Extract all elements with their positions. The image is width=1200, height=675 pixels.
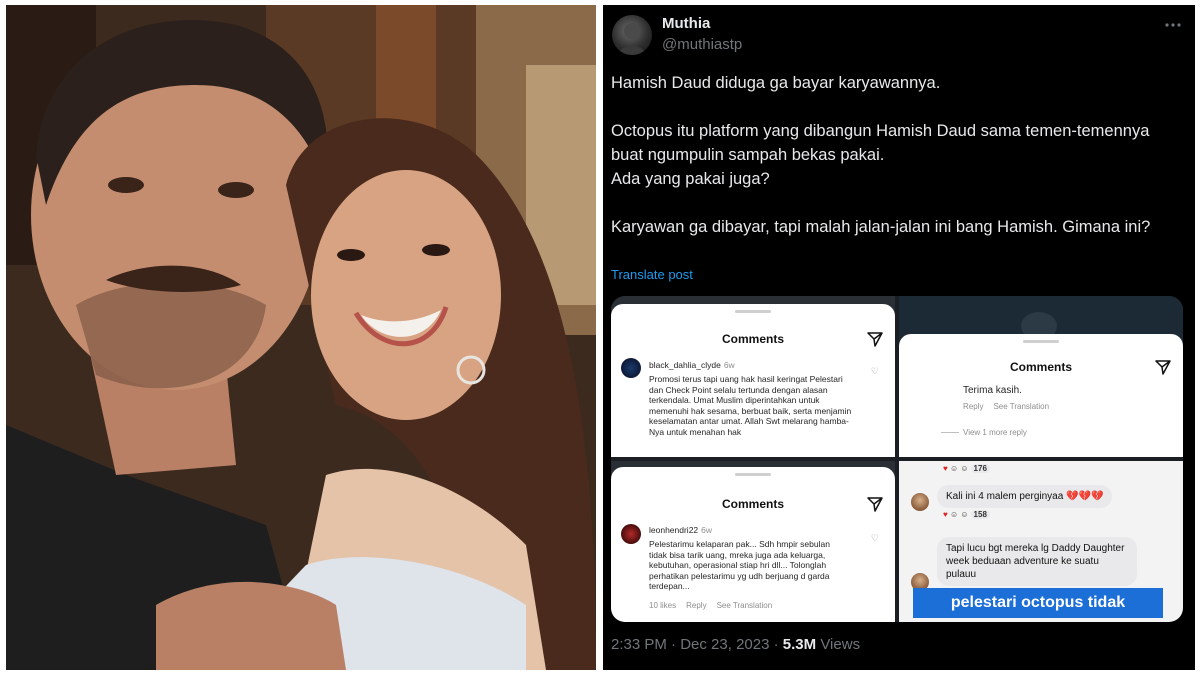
comments-sheet: Comments black_dahlia_clyde 6w ♡ Promosi … — [611, 304, 895, 457]
sender-avatar — [911, 493, 929, 511]
reply-link: Reply — [963, 402, 984, 411]
emoji-react-icon: ☺ ☺ — [949, 510, 969, 519]
media-image-1[interactable]: Comments black_dahlia_clyde 6w ♡ Promosi … — [611, 296, 895, 457]
reply-actions: Reply See Translation — [963, 402, 1059, 411]
video-caption: pelestari octopus tidak — [913, 588, 1163, 618]
reaction-row: ♥ ☺ ☺ 158 — [943, 510, 990, 519]
commenter-username: leonhendri22 6w — [649, 525, 712, 535]
views-label: Views — [820, 636, 861, 653]
tweet-card: Muthia @muthiastp Hamish Daud diduga ga … — [603, 5, 1195, 670]
comments-title: Comments — [1009, 360, 1072, 374]
reaction-count: 158 — [970, 510, 990, 519]
sheet-grab-handle — [735, 473, 771, 476]
media-image-2[interactable]: Comments Terima kasih. Reply See Translat… — [899, 296, 1183, 457]
tweet-media-grid[interactable]: Comments black_dahlia_clyde 6w ♡ Promosi … — [611, 296, 1183, 622]
share-icon — [867, 332, 883, 347]
view-more-replies-text: View 1 more reply — [963, 428, 1027, 437]
comment-text: Promosi terus tapi uang hak hasil kering… — [649, 374, 852, 437]
video-background — [899, 296, 1183, 336]
share-icon — [1155, 360, 1171, 375]
tweet-date[interactable]: Dec 23, 2023 — [680, 636, 769, 653]
meta-separator: · — [671, 636, 677, 653]
commenter-avatar — [621, 358, 641, 378]
media-image-3[interactable]: Comments leonhendri22 6w ♡ Pelestarimu ke… — [611, 461, 895, 622]
commenter-username-text: leonhendri22 — [649, 525, 699, 535]
meta-separator: · — [773, 636, 779, 653]
comment-actions: 10 likes Reply See Translation — [649, 601, 782, 610]
tweet-time[interactable]: 2:33 PM — [611, 636, 667, 653]
reply-text: Terima kasih. — [963, 385, 1022, 396]
comments-title: Comments — [721, 332, 784, 346]
tweet-body: Hamish Daud diduga ga bayar karyawannya.… — [611, 74, 1151, 236]
replies-divider — [941, 432, 959, 434]
heart-react-icon: ♥ — [943, 510, 948, 519]
like-heart-icon: ♡ — [870, 366, 879, 376]
chat-bubble: Kali ini 4 malem perginyaa 💔💔💔 — [937, 485, 1113, 508]
sheet-grab-handle — [1023, 340, 1059, 343]
comments-title: Comments — [721, 497, 784, 511]
comment-time: 6w — [701, 525, 713, 535]
comment-time: 6w — [723, 360, 735, 370]
commenter-username: black_dahlia_clyde 6w — [649, 360, 735, 370]
commenter-username-text: black_dahlia_clyde — [649, 360, 721, 370]
reaction-count: 176 — [970, 464, 990, 473]
emoji-react-icon: ☺ ☺ — [949, 464, 969, 473]
view-more-replies: View 1 more reply — [941, 428, 1037, 437]
author-avatar[interactable] — [612, 15, 652, 55]
like-count: 10 likes — [649, 601, 677, 610]
reply-link: Reply — [686, 601, 707, 610]
heart-react-icon: ♥ — [943, 464, 948, 473]
media-image-4[interactable]: ♥ ☺ ☺ 176 Kali ini 4 malem perginyaa 💔💔💔 … — [899, 461, 1183, 622]
comment-text: Pelestarimu kelaparan pak... Sdh hmpir s… — [649, 539, 830, 591]
views-count: 5.3M — [782, 636, 817, 653]
see-translation-link: See Translation — [993, 402, 1050, 411]
more-options-icon[interactable] — [1163, 15, 1183, 35]
tweet-meta: 2:33 PM · Dec 23, 2023 · 5.3M Views — [611, 636, 860, 653]
couple-photo — [6, 5, 596, 670]
see-translation-link: See Translation — [716, 601, 773, 610]
author-name[interactable]: Muthia — [662, 15, 710, 32]
commenter-avatar — [621, 524, 641, 544]
like-heart-icon: ♡ — [870, 533, 879, 543]
couple-photo-illustration — [6, 5, 596, 670]
reaction-row: ♥ ☺ ☺ 176 — [943, 464, 990, 473]
author-handle[interactable]: @muthiastp — [662, 36, 742, 53]
share-icon — [867, 497, 883, 512]
chat-bubble: Tapi lucu bgt mereka lg Daddy Daughter w… — [937, 537, 1137, 586]
translate-post-link[interactable]: Translate post — [611, 267, 693, 282]
sheet-grab-handle — [735, 310, 771, 313]
comments-sheet: Comments leonhendri22 6w ♡ Pelestarimu ke… — [611, 467, 895, 622]
comments-sheet: Comments Terima kasih. Reply See Translat… — [899, 334, 1183, 457]
